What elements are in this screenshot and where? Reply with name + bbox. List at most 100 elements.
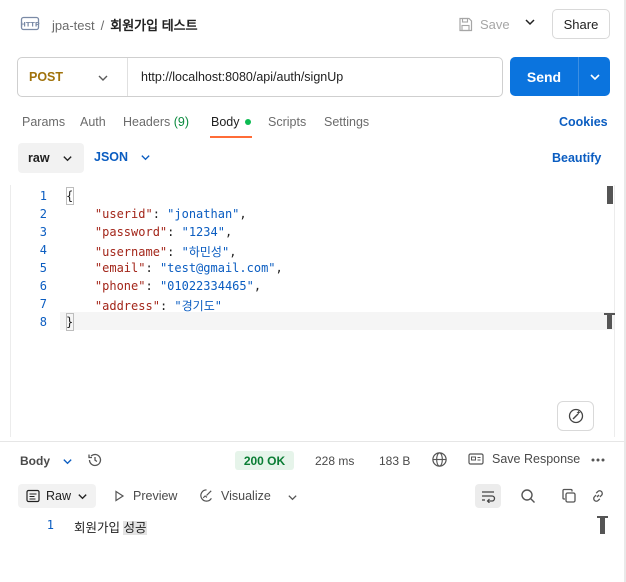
response-body-tab[interactable]: Body [20, 454, 73, 468]
response-divider [0, 441, 626, 442]
globe-icon[interactable] [431, 451, 448, 468]
wrap-lines-button[interactable] [475, 484, 501, 508]
save-icon [458, 17, 473, 32]
json-key: "username" [94, 245, 168, 259]
current-line-highlight [60, 312, 614, 330]
tab-params[interactable]: Params [22, 115, 65, 129]
save-response-label: Save Response [492, 452, 581, 466]
line-number: 7 [39, 297, 47, 311]
method-select[interactable]: POST [18, 58, 128, 96]
breadcrumb-separator: / [100, 18, 105, 33]
line-number: 8 [39, 315, 47, 329]
editor-scrollbar[interactable] [607, 186, 613, 204]
preview-button[interactable]: Preview [113, 489, 177, 503]
method-label: POST [29, 70, 64, 84]
chevron-down-icon [77, 491, 88, 502]
chevron-down-icon [140, 152, 151, 163]
body-indicator-dot [245, 119, 251, 125]
response-size[interactable]: 183 B [379, 454, 410, 468]
code-line: "password": "1234", [94, 225, 233, 239]
code-line: "address": "경기도" [94, 299, 222, 313]
beautify-button[interactable]: Beautify [552, 151, 601, 165]
body-language-label: JSON [94, 150, 129, 164]
json-comma: , [275, 261, 283, 275]
line-number: 3 [39, 225, 47, 239]
response-format-label: Raw [46, 489, 72, 503]
tab-headers-label: Headers [123, 115, 171, 129]
line-number: 1 [39, 189, 47, 203]
chevron-down-icon [97, 72, 109, 84]
save-options-chevron-icon[interactable] [524, 16, 536, 28]
code-line: "email": "test@gmail.com", [94, 261, 283, 275]
link-icon[interactable] [590, 488, 606, 504]
line-number: 4 [39, 243, 47, 257]
json-key: "userid" [94, 207, 153, 221]
json-value: "test@gmail.com" [159, 261, 276, 275]
json-value: "하민성" [181, 245, 230, 259]
json-value: "1234" [181, 225, 225, 239]
json-key: "email" [94, 261, 146, 275]
chevron-down-icon [62, 153, 73, 164]
visualize-button[interactable]: Visualize [199, 488, 271, 503]
response-time[interactable]: 228 ms [315, 454, 354, 468]
line-number: 1 [46, 518, 54, 532]
send-options-chevron-icon[interactable] [579, 71, 610, 83]
chevron-down-icon[interactable] [287, 492, 298, 503]
tab-settings[interactable]: Settings [324, 115, 369, 129]
response-body-text[interactable]: 회원가입 성공 [74, 517, 147, 536]
send-label: Send [526, 68, 562, 85]
send-button[interactable]: Send [510, 57, 610, 96]
visualize-label: Visualize [221, 488, 271, 503]
body-mode-label: raw [28, 151, 50, 165]
magic-wand-icon [567, 407, 585, 425]
ai-assist-button[interactable] [557, 401, 594, 431]
url-bar: POST http://localhost:8080/api/auth/sign… [17, 57, 503, 97]
http-request-icon: HTTP [20, 14, 40, 34]
json-value: "경기도" [174, 299, 222, 313]
save-button[interactable]: Save [458, 11, 510, 37]
tab-body[interactable]: Body [211, 115, 240, 129]
cookies-link[interactable]: Cookies [559, 115, 608, 129]
response-text-highlighted: 성공 [123, 521, 147, 535]
tab-headers[interactable]: Headers (9) [123, 115, 189, 129]
json-key: "password" [94, 225, 168, 239]
more-options-icon[interactable] [591, 458, 605, 462]
json-key: "phone" [94, 279, 146, 293]
history-icon[interactable] [86, 451, 104, 469]
json-key: "address" [94, 299, 160, 313]
save-response-button[interactable]: Save Response [468, 452, 580, 466]
tab-auth[interactable]: Auth [80, 115, 106, 129]
headers-count-badge: (9) [173, 115, 190, 129]
status-badge[interactable]: 200 OK [235, 451, 294, 470]
json-comma: , [253, 279, 262, 293]
preview-label: Preview [133, 489, 178, 503]
response-text-plain: 회원가입 [74, 521, 124, 535]
wrap-text-icon [480, 489, 496, 503]
json-value: "jonathan" [167, 207, 240, 221]
share-button[interactable]: Share [552, 9, 610, 39]
json-comma: , [229, 245, 237, 259]
code-close-brace: } [66, 315, 74, 329]
url-input[interactable]: http://localhost:8080/api/auth/signUp [128, 70, 343, 84]
json-value: "01022334465" [159, 279, 254, 293]
text-cursor [604, 313, 615, 329]
code-open-brace: { [66, 189, 74, 203]
search-icon[interactable] [520, 488, 536, 504]
copy-icon[interactable] [561, 488, 577, 504]
response-format-select[interactable]: Raw [18, 484, 96, 508]
tab-scripts[interactable]: Scripts [268, 115, 306, 129]
request-title[interactable]: 회원가입 테스트 [110, 18, 197, 33]
json-comma: , [224, 225, 233, 239]
line-number: 6 [39, 279, 47, 293]
line-number: 2 [39, 207, 47, 221]
response-body-label: Body [20, 454, 50, 468]
code-line: "phone": "01022334465", [94, 279, 262, 293]
visualize-icon [199, 488, 214, 503]
text-cursor [597, 516, 608, 534]
body-language-select[interactable]: JSON [94, 150, 151, 164]
line-number: 5 [39, 261, 47, 275]
body-mode-select[interactable]: raw [18, 143, 84, 173]
raw-text-icon [26, 489, 40, 503]
workspace-name[interactable]: jpa-test [52, 18, 95, 33]
save-label: Save [480, 16, 510, 32]
